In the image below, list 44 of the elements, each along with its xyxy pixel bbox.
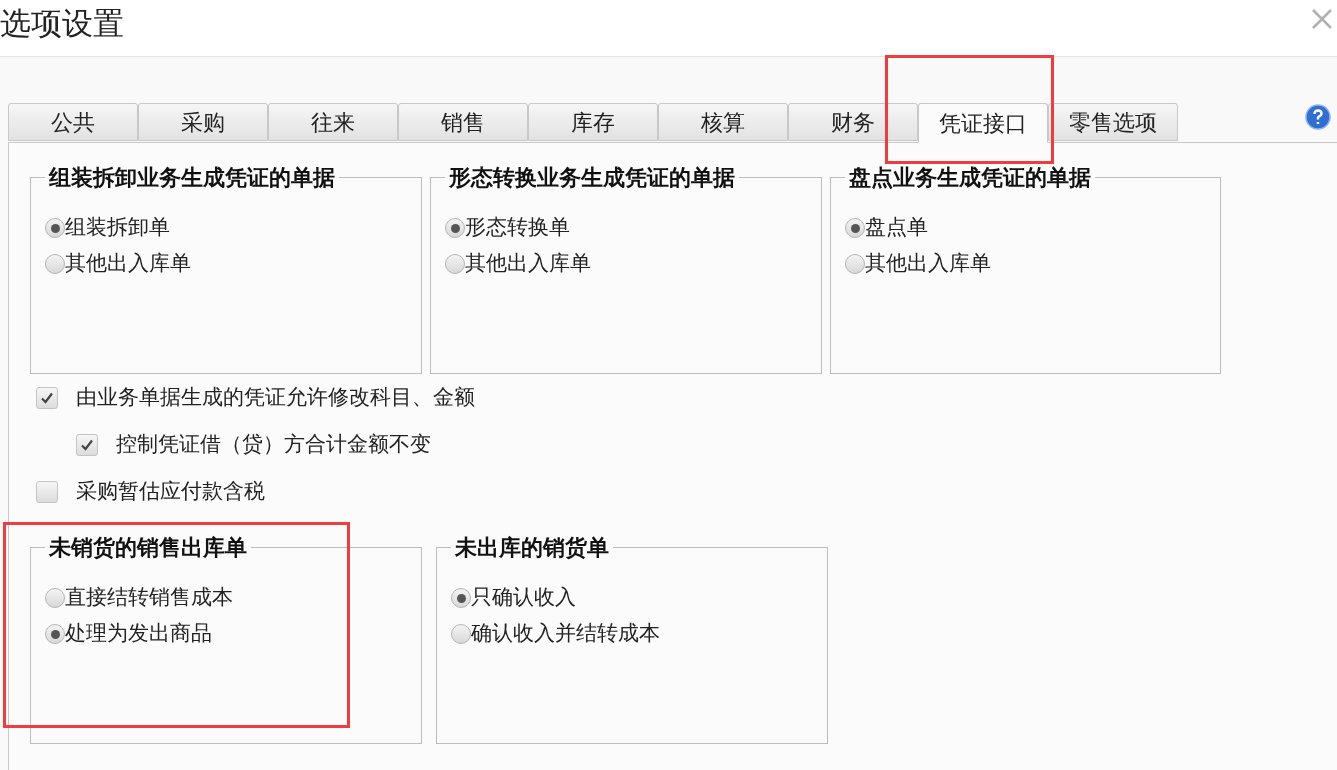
radio-label: 直接结转销售成本 — [65, 584, 233, 612]
radio-button[interactable] — [45, 218, 65, 238]
dialog-title: 选项设置 — [0, 8, 124, 39]
radio-label: 其他出入库单 — [465, 250, 591, 278]
radio-label: 只确认收入 — [471, 584, 576, 612]
checkbox-label: 由业务单据生成的凭证允许修改科目、金额 — [76, 383, 475, 411]
group-title: 形态转换业务生成凭证的单据 — [448, 164, 736, 192]
radio-label: 其他出入库单 — [65, 250, 191, 278]
tab[interactable]: 财务 — [788, 103, 918, 141]
tab[interactable]: 零售选项 — [1048, 103, 1178, 141]
radio-label: 盘点单 — [865, 214, 928, 242]
group-title: 组装拆卸业务生成凭证的单据 — [47, 164, 336, 192]
group-title: 未出库的销货单 — [454, 534, 610, 562]
radio-button[interactable] — [45, 254, 65, 274]
radio-label: 组装拆卸单 — [65, 214, 170, 242]
radio-button[interactable] — [845, 218, 865, 238]
tab[interactable]: 公共 — [8, 103, 138, 141]
radio-button[interactable] — [451, 588, 471, 608]
checkbox-label: 采购暂估应付款含税 — [76, 477, 265, 505]
radio-button[interactable] — [451, 624, 471, 644]
checkbox[interactable] — [36, 386, 58, 409]
checkbox[interactable] — [36, 480, 58, 503]
radio-button[interactable] — [445, 254, 465, 274]
help-icon[interactable] — [1305, 104, 1331, 130]
tab[interactable]: 采购 — [138, 103, 268, 141]
radio-button[interactable] — [45, 588, 65, 608]
checkbox-label: 控制凭证借（贷）方合计金额不变 — [116, 430, 431, 458]
group-title: 未销货的销售出库单 — [48, 534, 248, 562]
group-title: 盘点业务生成凭证的单据 — [848, 164, 1092, 192]
radio-button[interactable] — [45, 624, 65, 644]
radio-label: 确认收入并结转成本 — [471, 620, 660, 648]
radio-label: 其他出入库单 — [865, 250, 991, 278]
radio-label: 处理为发出商品 — [65, 620, 212, 648]
radio-label: 形态转换单 — [465, 214, 570, 242]
tab[interactable]: 销售 — [398, 103, 528, 141]
radio-button[interactable] — [845, 254, 865, 274]
checkbox[interactable] — [76, 433, 98, 456]
tab[interactable]: 核算 — [658, 103, 788, 141]
tab[interactable]: 往来 — [268, 103, 398, 141]
check-icon — [80, 437, 94, 452]
tab[interactable]: 凭证接口 — [918, 103, 1048, 143]
radio-button[interactable] — [445, 218, 465, 238]
check-icon — [40, 390, 54, 405]
tab[interactable]: 库存 — [528, 103, 658, 141]
